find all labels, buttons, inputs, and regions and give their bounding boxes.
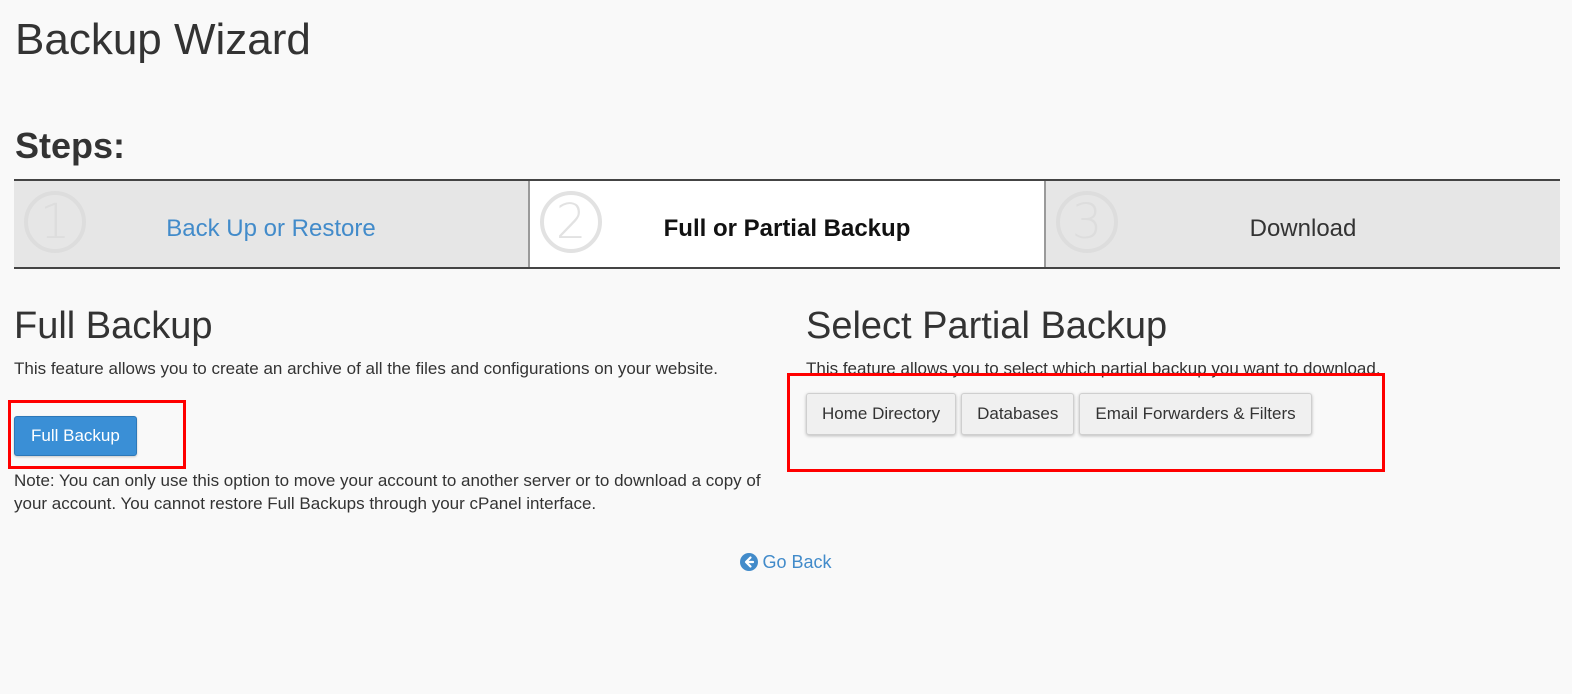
step-1: 1 Back Up or Restore xyxy=(14,181,530,267)
partial-backup-description: This feature allows you to select which … xyxy=(806,359,1381,378)
go-back-container: Go Back xyxy=(0,550,1572,577)
step-full-or-partial-backup-label: Full or Partial Backup xyxy=(663,215,911,242)
full-backup-description: This feature allows you to create an arc… xyxy=(14,359,718,378)
full-backup-button[interactable]: Full Backup xyxy=(14,416,137,456)
page-title: Backup Wizard xyxy=(15,15,311,64)
step-download-label: Download xyxy=(1249,215,1357,242)
go-back-link[interactable]: Go Back xyxy=(740,550,832,574)
steps-heading: Steps: xyxy=(15,125,126,166)
full-backup-note: Note: You can only use this option to mo… xyxy=(14,471,761,513)
steps-progress-bar: 1 Back Up or Restore 2 Full or Partial B… xyxy=(14,179,1560,269)
step-2: 2 Full or Partial Backup xyxy=(530,181,1046,267)
backup-wizard-page: Backup Wizard Steps: 1 Back Up or Restor… xyxy=(0,0,1572,694)
full-backup-heading: Full Backup xyxy=(14,305,213,347)
email-forwarders-filters-button[interactable]: Email Forwarders & Filters xyxy=(1079,393,1312,435)
step-back-up-or-restore-link[interactable]: Back Up or Restore xyxy=(14,214,528,244)
partial-backup-heading: Select Partial Backup xyxy=(806,305,1168,347)
arrow-circle-left-icon xyxy=(740,553,759,571)
step-3: 3 Download xyxy=(1046,181,1560,267)
go-back-label: Go Back xyxy=(762,552,832,572)
home-directory-button[interactable]: Home Directory xyxy=(806,393,957,435)
partial-backup-button-group: Home Directory Databases Email Forwarder… xyxy=(806,393,1312,435)
databases-button[interactable]: Databases xyxy=(961,393,1075,435)
